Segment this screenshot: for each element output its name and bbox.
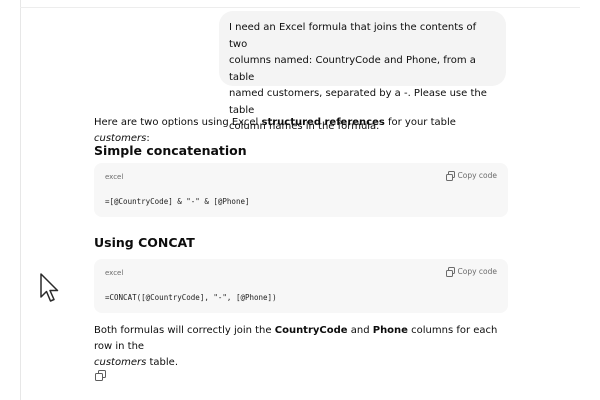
copy-code-button[interactable]: Copy code xyxy=(445,267,498,277)
section-heading: Using CONCAT xyxy=(94,235,195,250)
copy-code-button[interactable]: Copy code xyxy=(445,171,498,181)
response-outro: Both formulas will correctly join the Co… xyxy=(94,325,498,368)
mouse-pointer-icon xyxy=(40,273,59,302)
copy-message-button[interactable] xyxy=(95,370,106,381)
code-block: excel Copy code =CONCAT([@CountryCode], … xyxy=(94,259,508,313)
code-block: excel Copy code =[@CountryCode] & "-" & … xyxy=(94,163,508,217)
chat-conversation: I need an Excel formula that joins the c… xyxy=(0,0,600,400)
code-language-label: excel xyxy=(105,269,124,277)
divider xyxy=(20,0,21,400)
copy-code-label: Copy code xyxy=(457,267,498,276)
copy-icon xyxy=(445,267,455,277)
user-message-line: columns named: CountryCode and Phone, fr… xyxy=(229,55,476,83)
user-message-bubble: I need an Excel formula that joins the c… xyxy=(219,11,506,132)
code-text: =[@CountryCode] & "-" & [@Phone] xyxy=(105,197,250,206)
user-message-line: I need an Excel formula that joins the c… xyxy=(229,22,477,50)
code-text: =CONCAT([@CountryCode], "-", [@Phone]) xyxy=(105,293,277,302)
code-language-label: excel xyxy=(105,173,124,181)
copy-code-label: Copy code xyxy=(457,171,498,180)
copy-icon xyxy=(445,171,455,181)
section-heading: Simple concatenation xyxy=(94,143,247,158)
divider xyxy=(20,7,580,8)
